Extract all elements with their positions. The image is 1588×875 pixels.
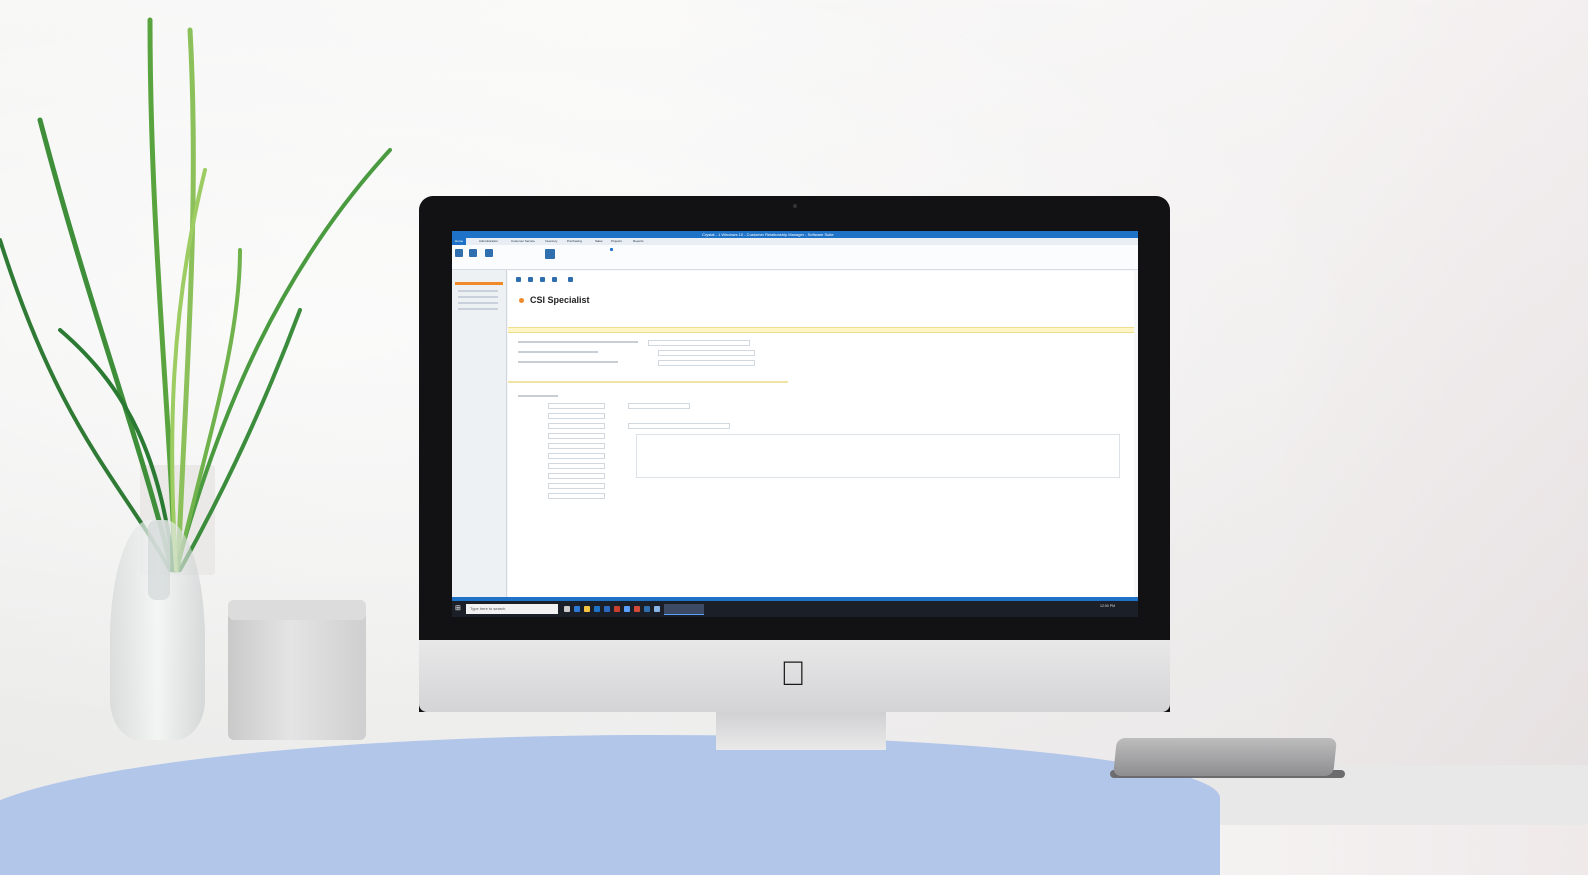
sidebar-selected-item[interactable] [455, 282, 503, 285]
form-field[interactable] [548, 493, 605, 499]
taskview-icon[interactable] [564, 606, 570, 612]
store-icon[interactable] [594, 606, 600, 612]
smart-speaker [228, 600, 366, 740]
tablet-device [1113, 738, 1337, 776]
apple-logo-icon:  [778, 656, 808, 692]
ribbon-button-icon[interactable] [545, 249, 555, 259]
toolbar-icon[interactable] [516, 277, 521, 282]
form-row [518, 341, 638, 343]
form-field[interactable] [548, 463, 605, 469]
sidebar-item[interactable] [458, 308, 498, 310]
toolbar-icon[interactable] [552, 277, 557, 282]
speaker-top [228, 600, 366, 620]
dropdown-field[interactable] [628, 423, 730, 429]
ribbon-button-icon[interactable] [469, 249, 477, 257]
windows-start-icon[interactable]: ⊞ [455, 605, 462, 612]
tab-projects[interactable]: Projects [608, 238, 625, 245]
folder-icon[interactable] [584, 606, 590, 612]
form-field[interactable] [548, 443, 605, 449]
vase-neck [148, 520, 170, 600]
leaf [174, 148, 392, 572]
tab-administration[interactable]: Administration [476, 238, 501, 245]
toolbar-icon[interactable] [528, 277, 533, 282]
form-row [518, 351, 598, 353]
toolbar-icon[interactable] [540, 277, 545, 282]
form-field[interactable] [648, 340, 750, 346]
form-field[interactable] [658, 350, 755, 356]
tab-sales[interactable]: Sales [592, 238, 606, 245]
screen: Crystal - 1 Windows 10 - Customer Relati… [452, 231, 1138, 617]
form-field[interactable] [548, 483, 605, 489]
form-row [518, 361, 618, 363]
form-field[interactable] [658, 360, 755, 366]
sidebar [452, 270, 507, 600]
form-field[interactable] [628, 403, 690, 409]
app-icon[interactable] [614, 606, 620, 612]
taskbar: ⊞ Type here to search 12:00 PM [452, 601, 1138, 617]
ribbon-button-icon[interactable] [455, 249, 463, 257]
ribbon-toolbar [452, 245, 1138, 270]
form-field[interactable] [548, 413, 605, 419]
mail-icon[interactable] [604, 606, 610, 612]
notes-panel[interactable] [636, 434, 1120, 478]
app-icon[interactable] [624, 606, 630, 612]
window-titlebar: Crystal - 1 Windows 10 - Customer Relati… [452, 231, 1138, 238]
leaf [178, 308, 302, 572]
page-title: CSI Specialist [530, 295, 590, 305]
camera-icon [793, 204, 797, 208]
taskbar-search-input[interactable]: Type here to search [466, 604, 558, 614]
tray-clock: 12:00 PM [1100, 604, 1115, 608]
tab-inventory[interactable]: Inventory [542, 238, 560, 245]
window-title: Crystal - 1 Windows 10 - Customer Relati… [702, 232, 834, 237]
taskbar-active-app[interactable] [664, 604, 704, 615]
sidebar-item[interactable] [458, 302, 498, 304]
sidebar-item[interactable] [458, 290, 498, 292]
record-status-icon [519, 298, 524, 303]
ribbon-button-icon[interactable] [485, 249, 493, 257]
imac-stand [716, 710, 886, 750]
form-field[interactable] [548, 403, 605, 409]
section-divider [508, 381, 788, 383]
form-field[interactable] [548, 423, 605, 429]
sidebar-item[interactable] [458, 296, 498, 298]
radio-icon[interactable] [610, 248, 613, 251]
info-bar [508, 327, 1134, 333]
form-field[interactable] [548, 473, 605, 479]
tab-home[interactable]: Home [452, 238, 467, 245]
app-icon[interactable] [644, 606, 650, 612]
toolbar-icon[interactable] [568, 277, 573, 282]
form-label [518, 395, 558, 397]
form-field[interactable] [548, 433, 605, 439]
tab-customer-service[interactable]: Customer Service [508, 238, 538, 245]
app-icon[interactable] [654, 606, 660, 612]
form-field[interactable] [548, 453, 605, 459]
app-icon[interactable] [634, 606, 640, 612]
plant-leaves [0, 17, 392, 573]
main-content: CSI Specialist [508, 271, 1134, 597]
tab-reports[interactable]: Reports [630, 238, 647, 245]
edge-icon[interactable] [574, 606, 580, 612]
tab-purchasing[interactable]: Purchasing [564, 238, 585, 245]
